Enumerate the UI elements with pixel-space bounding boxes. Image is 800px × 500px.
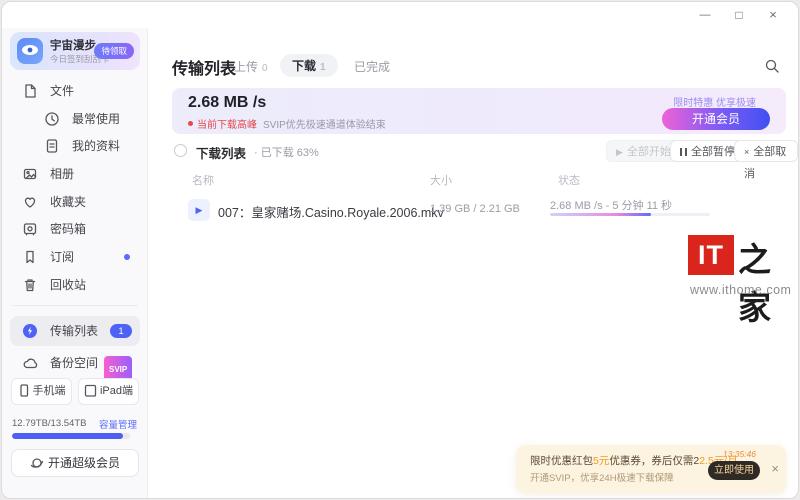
planet-icon xyxy=(30,456,44,470)
page-title: 传输列表 xyxy=(172,55,236,79)
close-icon[interactable]: × xyxy=(762,6,784,24)
red-dot-icon xyxy=(188,121,193,126)
speed-banner: 2.68 MB /s 当前下载高峰SVIP优先极速通道体验结束 限时特惠 优享极… xyxy=(172,88,786,134)
trash-icon xyxy=(22,277,38,293)
heart-icon xyxy=(22,194,38,210)
column-header-status: 状态 xyxy=(558,172,580,188)
ithome-url: www.ithome.com xyxy=(690,283,791,297)
select-all-checkbox[interactable] xyxy=(174,144,187,157)
ipad-client-button[interactable]: iPad端 xyxy=(78,378,139,405)
sidebar-item-safe-box[interactable]: 密码箱 xyxy=(10,216,140,242)
promo-close-icon[interactable]: × xyxy=(771,461,779,476)
maximize-icon[interactable]: □ xyxy=(728,6,750,24)
sidebar-item-files[interactable]: 文件 xyxy=(10,78,140,104)
sidebar-divider xyxy=(12,305,138,306)
sidebar-item-recent[interactable]: 最常使用 xyxy=(10,106,140,132)
play-icon: ▶ xyxy=(616,147,623,157)
cloud-icon xyxy=(22,355,38,371)
file-icon xyxy=(22,83,38,99)
tab-upload[interactable]: 上传0 xyxy=(234,58,268,75)
photo-icon xyxy=(22,166,38,182)
banner-promo-note: 限时特惠 优享极速 xyxy=(673,94,756,109)
tab-completed[interactable]: 已完成 xyxy=(354,58,390,75)
x-icon: × xyxy=(744,147,749,157)
tablet-icon xyxy=(84,384,97,397)
search-icon[interactable] xyxy=(764,58,780,74)
phone-client-button[interactable]: 手机端 xyxy=(11,378,72,405)
column-header-size: 大小 xyxy=(430,172,452,188)
phone-icon xyxy=(18,384,30,397)
promo-countdown: 13:35:46 xyxy=(723,449,756,459)
storage-manage-link[interactable]: 容量管理 xyxy=(99,417,137,431)
download-progress-bar xyxy=(550,213,710,216)
use-coupon-button[interactable]: 立即使用 xyxy=(708,461,760,480)
clock-icon xyxy=(44,111,60,127)
download-progress-fill xyxy=(550,213,651,216)
pause-icon xyxy=(680,148,687,156)
avatar xyxy=(17,38,43,64)
safe-icon xyxy=(22,221,38,237)
ithome-logo-home: 之家 xyxy=(738,233,798,329)
transfer-count-badge: 1 xyxy=(110,324,132,338)
upgrade-svip-button[interactable]: 开通超级会员 xyxy=(11,449,139,477)
storage-usage: 12.79TB/13.54TB xyxy=(12,418,86,429)
storage-bar xyxy=(12,433,130,439)
column-header-name: 名称 xyxy=(192,172,214,188)
sidebar-item-recycle-bin[interactable]: 回收站 xyxy=(10,272,140,298)
sidebar-item-albums[interactable]: 相册 xyxy=(10,161,140,187)
open-membership-button[interactable]: 开通会员 xyxy=(662,108,770,130)
notification-dot xyxy=(124,254,130,260)
sidebar-item-my-docs[interactable]: 我的资料 xyxy=(10,133,140,159)
download-status: 2.68 MB /s - 5 分钟 11 秒 xyxy=(550,197,672,213)
promo-line2: 开通SVIP，优享24H极速下载保障 xyxy=(530,470,674,484)
downloaded-percent: · 已下载 63% xyxy=(254,144,319,160)
claim-badge[interactable]: 待领取 xyxy=(94,43,134,59)
user-name: 宇宙漫步 xyxy=(50,37,96,53)
transfer-lightning-icon xyxy=(22,323,38,339)
storage-bar-fill xyxy=(12,433,123,439)
document-icon xyxy=(44,138,60,154)
promo-banner: 限时优惠红包5元优惠券，券后仅需22.5元/月 开通SVIP，优享24H极速下载… xyxy=(516,445,786,493)
minimize-icon[interactable]: — xyxy=(694,6,716,24)
file-size: 1.39 GB / 2.21 GB xyxy=(430,203,520,215)
download-list-title: 下载列表 xyxy=(196,143,246,162)
promo-line1: 限时优惠红包5元优惠券，券后仅需22.5元/月 xyxy=(530,453,738,468)
download-speed: 2.68 MB /s xyxy=(188,94,266,112)
row-play-button[interactable]: ▶ xyxy=(188,199,210,221)
file-name: 007：皇家赌场.Casino.Royale.2006.mkv xyxy=(218,202,444,221)
app-window: — □ × 宇宙漫步 今日签到刮刮卡 待领取 文件 最常使用 我的资料 相册 xyxy=(1,1,799,499)
sidebar: 宇宙漫步 今日签到刮刮卡 待领取 文件 最常使用 我的资料 相册 收藏夹 密码箱 xyxy=(2,28,148,499)
tab-download[interactable]: 下载1 xyxy=(280,54,338,77)
cancel-all-button[interactable]: ×全部取消 xyxy=(734,140,798,162)
speed-note: 当前下载高峰SVIP优先极速通道体验结束 xyxy=(188,116,386,131)
bookmark-icon xyxy=(22,249,38,265)
sidebar-item-subscriptions[interactable]: 订阅 xyxy=(10,244,140,270)
user-card[interactable]: 宇宙漫步 今日签到刮刮卡 待领取 xyxy=(10,32,140,70)
sidebar-item-favorites[interactable]: 收藏夹 xyxy=(10,189,140,215)
sidebar-item-backup-space[interactable]: 备份空间 SVIP xyxy=(10,350,140,376)
sidebar-item-transfer-list[interactable]: 传输列表 1 xyxy=(10,316,140,346)
ithome-logo-it: IT xyxy=(688,235,734,275)
